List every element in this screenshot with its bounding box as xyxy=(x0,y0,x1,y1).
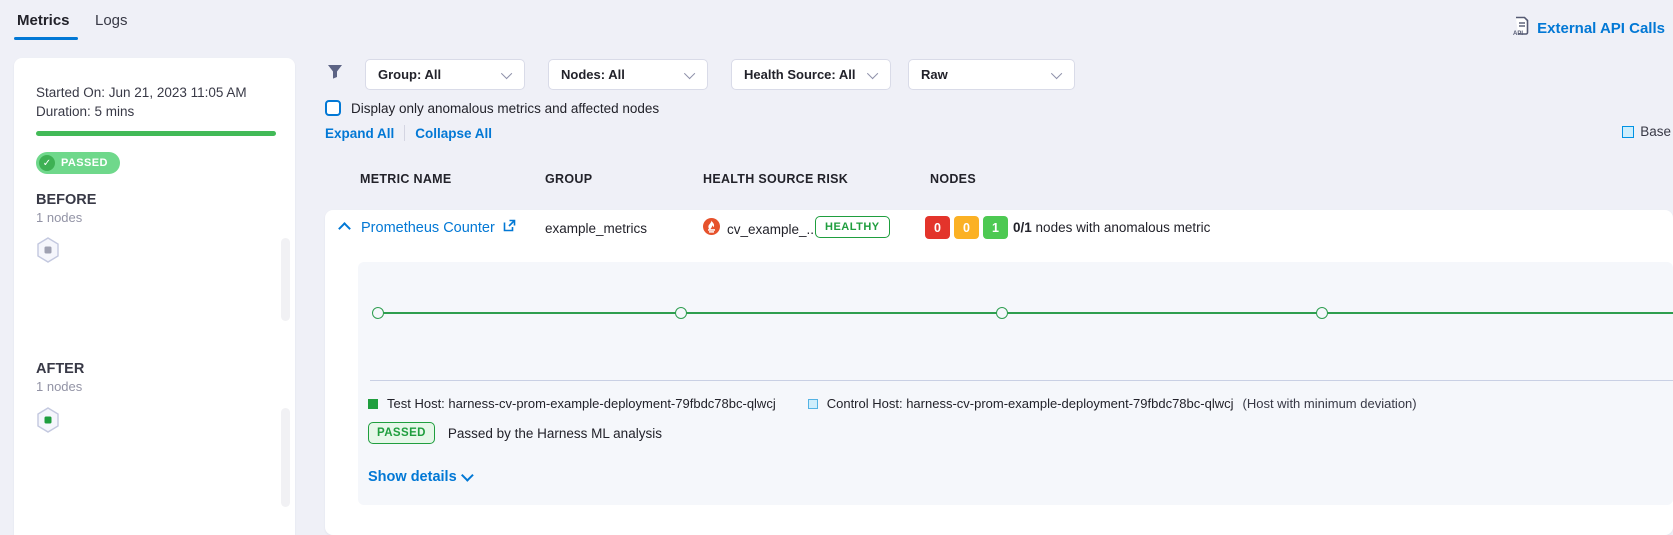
duration-text: Duration: 5 mins xyxy=(36,104,134,119)
risk-count-green: 1 xyxy=(983,216,1008,239)
verification-progress-bar xyxy=(36,131,276,136)
nodes-filter-value: Nodes: All xyxy=(561,67,625,82)
tab-metrics[interactable]: Metrics xyxy=(17,12,70,29)
control-host-swatch-icon xyxy=(808,399,818,409)
ml-verdict-row: PASSED Passed by the Harness ML analysis xyxy=(368,422,662,444)
collapse-row-chevron-icon[interactable] xyxy=(338,222,351,235)
external-api-calls-link[interactable]: API External API Calls xyxy=(1512,16,1665,41)
column-header-metric-name: METRIC NAME xyxy=(360,172,452,186)
chart-x-axis xyxy=(370,380,1673,381)
before-node-count: 1 nodes xyxy=(36,210,82,225)
group-cell: example_metrics xyxy=(545,221,647,236)
data-type-dropdown[interactable]: Raw xyxy=(908,59,1075,90)
control-host-note: (Host with minimum deviation) xyxy=(1243,396,1417,411)
before-list-scrollbar[interactable] xyxy=(281,238,290,321)
status-badge-label: PASSED xyxy=(61,157,108,169)
baseline-swatch-icon xyxy=(1622,126,1634,138)
after-section-title: AFTER xyxy=(36,361,84,377)
risk-count-orange: 0 xyxy=(954,216,979,239)
divider xyxy=(404,125,405,141)
health-source-cell: cv_example_... xyxy=(703,218,818,240)
test-host-swatch-icon xyxy=(368,399,378,409)
health-source-filter-value: Health Source: All xyxy=(744,67,855,82)
check-icon: ✓ xyxy=(39,155,55,171)
chart-data-point[interactable] xyxy=(675,307,687,319)
risk-count-red: 0 xyxy=(925,216,950,239)
column-header-nodes: NODES xyxy=(930,172,976,186)
verification-summary-panel: Started On: Jun 21, 2023 11:05 AM Durati… xyxy=(14,58,295,535)
ml-verdict-text: Passed by the Harness ML analysis xyxy=(448,426,662,441)
node-risk-counts: 0 0 1 xyxy=(925,216,1008,239)
group-filter-dropdown[interactable]: Group: All xyxy=(365,59,525,90)
ml-verdict-badge: PASSED xyxy=(368,422,435,444)
show-details-label: Show details xyxy=(368,469,457,485)
risk-status-badge: HEALTHY xyxy=(815,216,890,238)
after-node-count: 1 nodes xyxy=(36,379,82,394)
anomalous-only-checkbox-row[interactable]: Display only anomalous metrics and affec… xyxy=(325,100,659,116)
after-list-scrollbar[interactable] xyxy=(281,408,290,507)
chart-line xyxy=(376,312,1673,314)
nodes-anomalous-ratio: 0/1 xyxy=(1013,220,1032,235)
tab-logs[interactable]: Logs xyxy=(95,12,128,29)
chevron-down-icon xyxy=(501,67,512,78)
nodes-filter-dropdown[interactable]: Nodes: All xyxy=(548,59,708,90)
test-host-legend: Test Host: harness-cv-prom-example-deplo… xyxy=(387,396,776,411)
chart-data-point[interactable] xyxy=(1316,307,1328,319)
collapse-all-link[interactable]: Collapse All xyxy=(415,126,492,141)
column-header-group: GROUP xyxy=(545,172,592,186)
chevron-down-icon xyxy=(684,67,695,78)
baseline-legend-toggle[interactable]: Base xyxy=(1622,124,1673,139)
timeseries-panel: Test Host: harness-cv-prom-example-deplo… xyxy=(358,262,1673,505)
data-type-value: Raw xyxy=(921,67,948,82)
filter-icon xyxy=(327,64,343,84)
chevron-down-icon xyxy=(1051,67,1062,78)
before-section-title: BEFORE xyxy=(36,192,96,208)
chevron-down-icon xyxy=(867,67,878,78)
metric-name-link[interactable]: Prometheus Counter xyxy=(361,219,516,237)
verification-status-badge: ✓ PASSED xyxy=(36,152,120,174)
control-host-legend: Control Host: harness-cv-prom-example-de… xyxy=(827,396,1234,411)
before-node-hexagon[interactable] xyxy=(36,237,60,263)
chevron-down-icon xyxy=(461,469,474,482)
started-on-text: Started On: Jun 21, 2023 11:05 AM xyxy=(36,85,247,100)
anomalous-only-checkbox[interactable] xyxy=(325,100,341,116)
external-api-calls-label: External API Calls xyxy=(1537,20,1665,37)
health-source-filter-dropdown[interactable]: Health Source: All xyxy=(731,59,891,90)
group-filter-value: Group: All xyxy=(378,67,441,82)
nodes-anomalous-text: nodes with anomalous metric xyxy=(1036,220,1211,235)
prometheus-icon xyxy=(703,218,720,240)
health-source-name: cv_example_... xyxy=(727,222,818,237)
column-header-risk: RISK xyxy=(817,172,848,186)
metric-name-label: Prometheus Counter xyxy=(361,220,495,236)
api-document-icon: API xyxy=(1512,16,1530,41)
expand-all-link[interactable]: Expand All xyxy=(325,126,394,141)
metric-row-card: Prometheus Counter example_metrics cv_ex… xyxy=(325,210,1673,535)
anomalous-only-label: Display only anomalous metrics and affec… xyxy=(351,101,659,116)
nodes-anomalous-summary: 0/1 nodes with anomalous metric xyxy=(1013,220,1210,235)
after-node-hexagon[interactable] xyxy=(36,407,60,433)
chart-data-point[interactable] xyxy=(996,307,1008,319)
column-header-health-source: HEALTH SOURCE xyxy=(703,172,814,186)
active-tab-indicator xyxy=(14,37,78,40)
chart-legend: Test Host: harness-cv-prom-example-deplo… xyxy=(368,396,1417,411)
chart-data-point[interactable] xyxy=(372,307,384,319)
external-link-icon xyxy=(503,219,516,237)
svg-text:API: API xyxy=(1513,31,1523,36)
expand-collapse-controls: Expand All Collapse All xyxy=(325,125,492,141)
show-details-link[interactable]: Show details xyxy=(368,469,474,485)
baseline-label: Base xyxy=(1640,124,1671,139)
